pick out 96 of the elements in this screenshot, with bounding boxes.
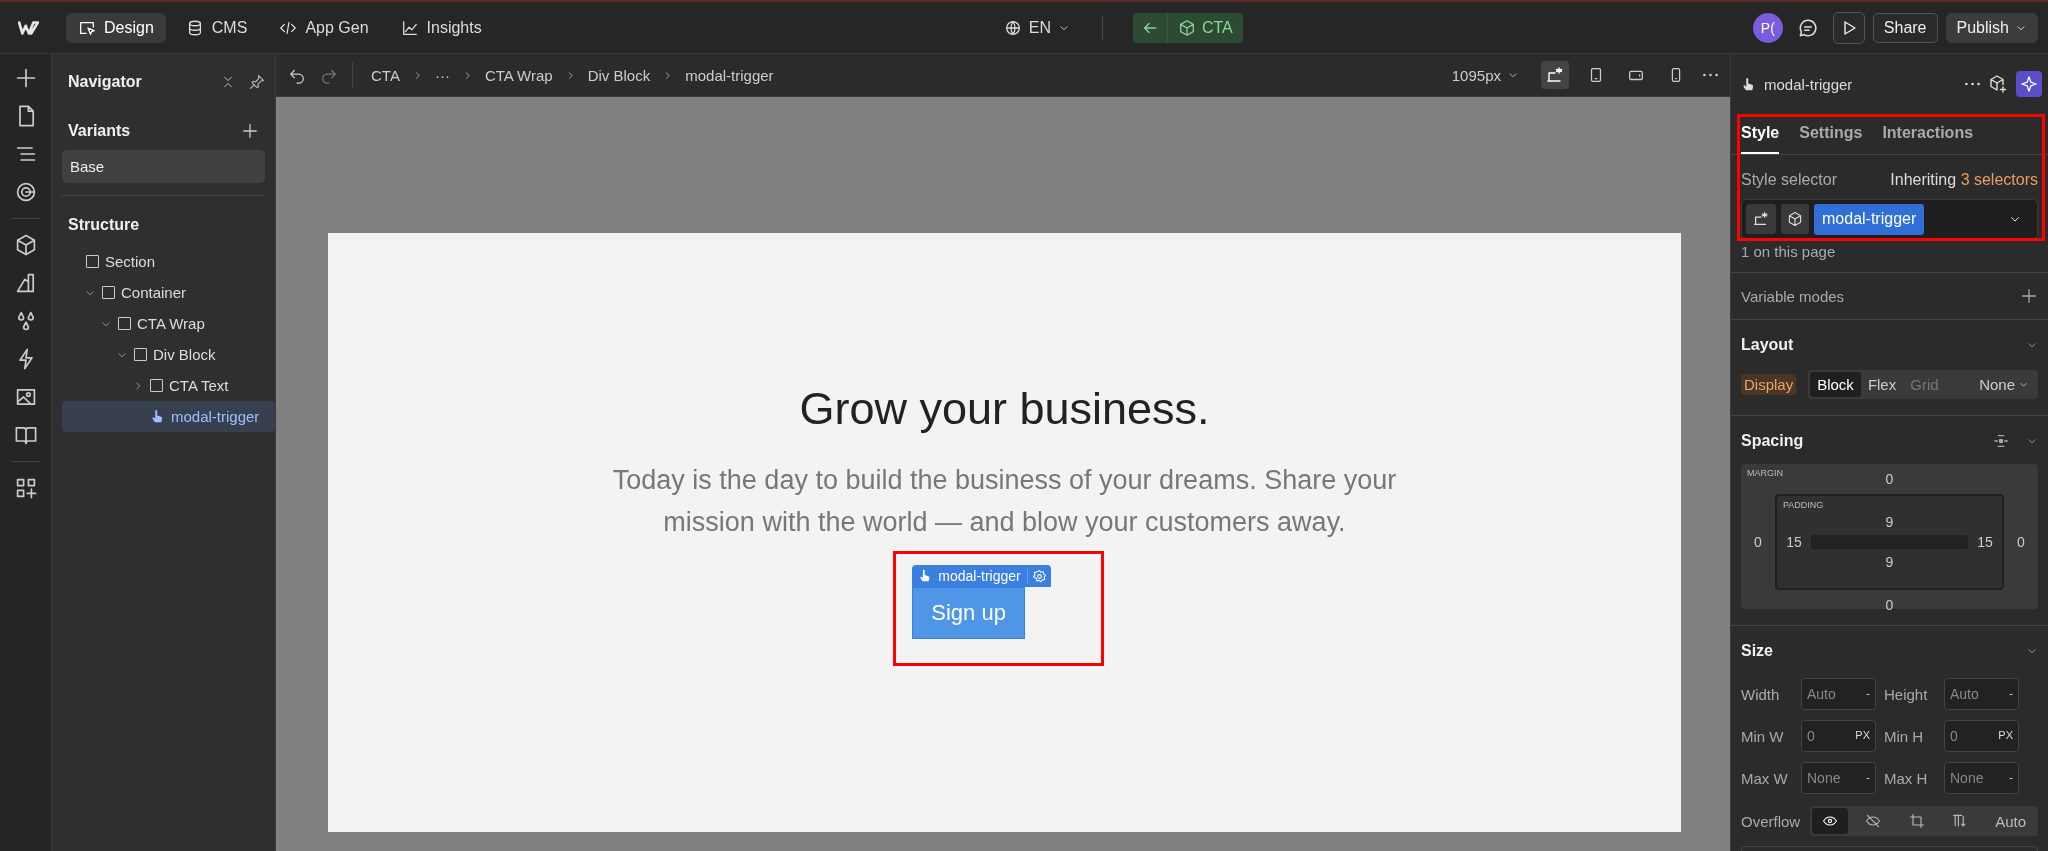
share-button[interactable]: Share <box>1872 12 1938 43</box>
margin-value[interactable]: 0 <box>2004 534 2038 550</box>
padding-value[interactable]: 9 <box>1811 514 1968 530</box>
hand-pointer-icon <box>1741 76 1756 92</box>
desktop-star-icon <box>1752 210 1770 228</box>
sparkle-icon <box>2020 75 2038 93</box>
gear-icon <box>1031 568 1047 584</box>
inheriting-text: Inheriting <box>1890 171 1957 188</box>
pin-icon <box>249 74 265 90</box>
cube-plus-icon <box>1988 74 2008 94</box>
desktop-star-icon <box>1545 65 1565 85</box>
panel-tab[interactable]: Interactions <box>1882 114 1974 154</box>
section-title: Variants <box>68 122 131 140</box>
spacing-mode-icon <box>1992 432 2010 450</box>
tree-item[interactable]: Container <box>62 277 265 308</box>
breakpoint-button[interactable] <box>1541 61 1569 89</box>
breadcrumb-link[interactable]: modal-trigger <box>685 66 774 84</box>
padding-value[interactable]: 15 <box>1968 534 2002 550</box>
section-title: Structure <box>68 216 140 233</box>
padding-label: PADDING <box>1783 500 1824 510</box>
margin-label: MARGIN <box>1747 468 1783 478</box>
field-label: Min H <box>1884 727 1925 745</box>
tree-item[interactable]: Div Block <box>62 339 265 370</box>
tree-item[interactable]: Section <box>62 246 265 277</box>
breadcrumb-link[interactable]: ··· <box>434 66 450 84</box>
globe-icon <box>1003 18 1022 37</box>
field-label: Overflow <box>1741 812 1801 830</box>
chart-icon <box>400 18 419 37</box>
ai-assistant-button[interactable] <box>2016 71 2042 97</box>
unit-label[interactable]: PX <box>1855 729 1870 741</box>
hand-pointer-icon <box>150 409 165 424</box>
padding-value[interactable]: 9 <box>1811 554 1968 570</box>
eye-icon <box>1822 813 1839 829</box>
tree-item[interactable]: CTA Text <box>62 370 265 401</box>
section-title: Spacing <box>1741 432 1804 450</box>
variant-item[interactable]: Base <box>62 150 265 183</box>
breadcrumb-link[interactable]: CTA <box>371 66 400 84</box>
panel-tab[interactable]: Settings <box>1799 114 1863 154</box>
more-icon[interactable] <box>1965 82 1980 86</box>
breadcrumb-link[interactable]: Div Block <box>587 66 651 84</box>
margin-value[interactable]: 0 <box>1741 534 1775 550</box>
mode-tab[interactable]: App Gen <box>267 12 381 43</box>
more-icon[interactable] <box>1703 73 1718 77</box>
element-box-icon <box>134 348 147 361</box>
field-label: Style selector <box>1741 171 1838 189</box>
element-label[interactable]: modal-trigger <box>912 565 1051 587</box>
mode-tab[interactable]: Insights <box>388 12 494 43</box>
overflow-option[interactable]: Auto <box>1985 808 2036 834</box>
mode-tab[interactable]: CMS <box>173 12 260 43</box>
mode-tab[interactable]: Design <box>66 12 166 43</box>
cube-icon <box>1787 211 1803 227</box>
publish-button[interactable]: Publish <box>1945 12 2038 43</box>
element-box-icon <box>102 286 115 299</box>
section-title: Layout <box>1741 336 1794 354</box>
page-heading: Grow your business. <box>799 383 1210 435</box>
display-option[interactable]: Flex <box>1860 372 1904 397</box>
tree-item[interactable]: CTA Wrap <box>62 308 265 339</box>
collapse-icon <box>221 75 235 89</box>
eye-slash-icon <box>1865 813 1882 829</box>
preview-button[interactable] <box>1832 11 1865 44</box>
breadcrumb-link[interactable]: CTA Wrap <box>484 66 553 84</box>
section-label: Variable modes <box>1741 287 1845 305</box>
padding-value[interactable]: 15 <box>1777 534 1811 550</box>
selector-count-link[interactable]: 3 selectors <box>1960 171 2038 188</box>
usage-text: 1 on this page <box>1741 243 1836 260</box>
unit-label[interactable]: PX <box>1998 729 2013 741</box>
user-avatar[interactable]: P( <box>1752 12 1783 43</box>
field-label: Min W <box>1741 727 1785 745</box>
page-paragraph: Today is the day to build the business of your dreams. Share your mission with the world — and blow your customers away. <box>611 464 1398 539</box>
field-label: Height <box>1884 685 1929 703</box>
crop-icon <box>1908 813 1925 829</box>
display-label: Display <box>1741 374 1797 395</box>
margin-value[interactable]: 0 <box>1775 597 2004 613</box>
component-badge[interactable]: CTA <box>1132 12 1243 43</box>
scroll-down-icon <box>1951 813 1968 829</box>
field-label: Max H <box>1884 769 1929 787</box>
locale-selector[interactable]: EN <box>1003 18 1070 37</box>
display-option[interactable]: Block <box>1810 372 1861 397</box>
field-label: Width <box>1741 685 1781 703</box>
element-box-icon <box>86 255 99 268</box>
style-selector-field[interactable]: modal-trigger <box>1741 199 2038 239</box>
element-name: modal-trigger <box>1764 75 1854 93</box>
element-box-icon <box>150 379 163 392</box>
tree-item[interactable]: modal-trigger <box>62 401 275 432</box>
panel-tab[interactable]: Style <box>1741 114 1780 154</box>
width-selector[interactable]: 1095px <box>1451 66 1519 84</box>
field-label: Max W <box>1741 769 1789 787</box>
overflow-option[interactable] <box>1812 808 1849 834</box>
plus-icon <box>241 122 259 140</box>
display-option[interactable]: None <box>1972 372 2036 397</box>
section-title: Size <box>1741 642 1773 660</box>
element-box-icon <box>118 317 131 330</box>
plus-icon <box>2020 287 2038 305</box>
cube-icon <box>1177 18 1196 37</box>
panel-title: Navigator <box>68 73 143 91</box>
class-chip[interactable]: modal-trigger <box>1814 203 1925 235</box>
